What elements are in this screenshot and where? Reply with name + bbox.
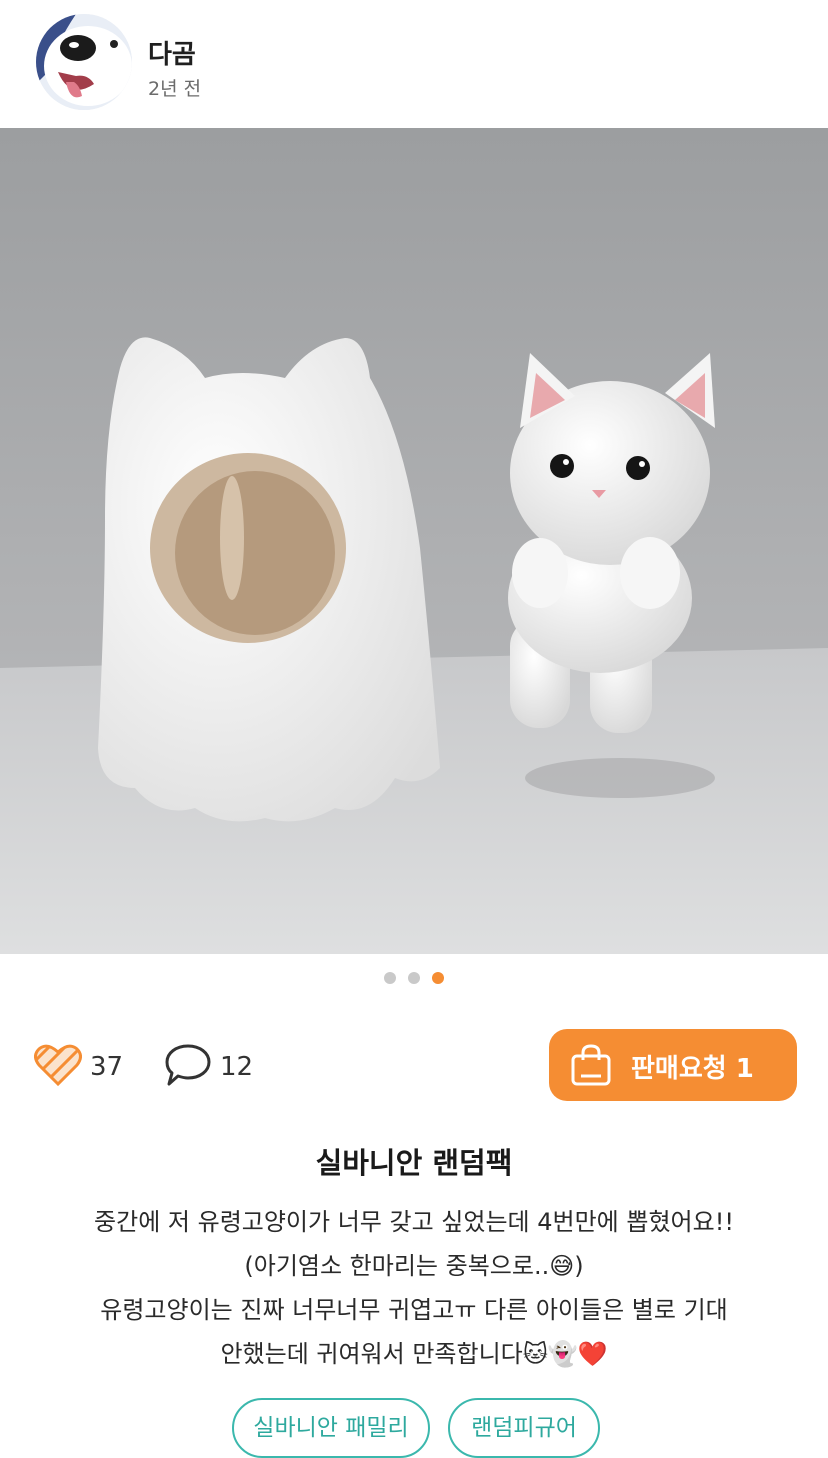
dog-avatar-illustration [36, 14, 132, 110]
photo-pager [0, 972, 828, 984]
post-title: 실바니안 랜덤팩 [315, 1146, 513, 1180]
post-body-line: 유령고양이는 진짜 너무너무 귀엽고ㅠ 다른 아이들은 별로 기대 [100, 1296, 728, 1324]
post-body: 중간에 저 유령고양이가 너무 갖고 싶었는데 4번만에 뽑혔어요!! (아기염… [20, 1200, 808, 1376]
tag-chip[interactable]: 랜덤피규어 [448, 1398, 600, 1458]
avatar[interactable] [36, 14, 132, 110]
comment-icon [165, 1044, 211, 1086]
like-button[interactable] [34, 1042, 82, 1088]
pager-dot[interactable] [408, 972, 420, 984]
post-body-line: 안했는데 귀여워서 만족합니다🐱👻❤️ [220, 1340, 608, 1368]
post-header: 다곰 2년 전 [0, 0, 828, 128]
comment-button[interactable] [164, 1042, 212, 1088]
sale-request-button[interactable]: 판매요청 1 [549, 1029, 797, 1101]
photo-ghost-cat-figure [0, 128, 828, 954]
post-time: 2년 전 [148, 78, 202, 100]
author-name[interactable]: 다곰 [148, 34, 196, 71]
post-photo[interactable] [0, 128, 828, 954]
post-body-line: 중간에 저 유령고양이가 너무 갖고 싶었는데 4번만에 뽑혔어요!! [94, 1208, 734, 1236]
like-count: 37 [90, 1052, 124, 1082]
shopping-bag-icon [571, 1044, 611, 1086]
comment-count: 12 [220, 1052, 254, 1082]
tag-chip[interactable]: 실바니안 패밀리 [232, 1398, 430, 1458]
post-body-line: (아기염소 한마리는 중복으로..😅) [244, 1252, 584, 1280]
pager-dot[interactable] [384, 972, 396, 984]
sale-request-label: 판매요청 1 [631, 1054, 754, 1084]
pager-dot-active[interactable] [432, 972, 444, 984]
heart-icon [34, 1044, 82, 1087]
